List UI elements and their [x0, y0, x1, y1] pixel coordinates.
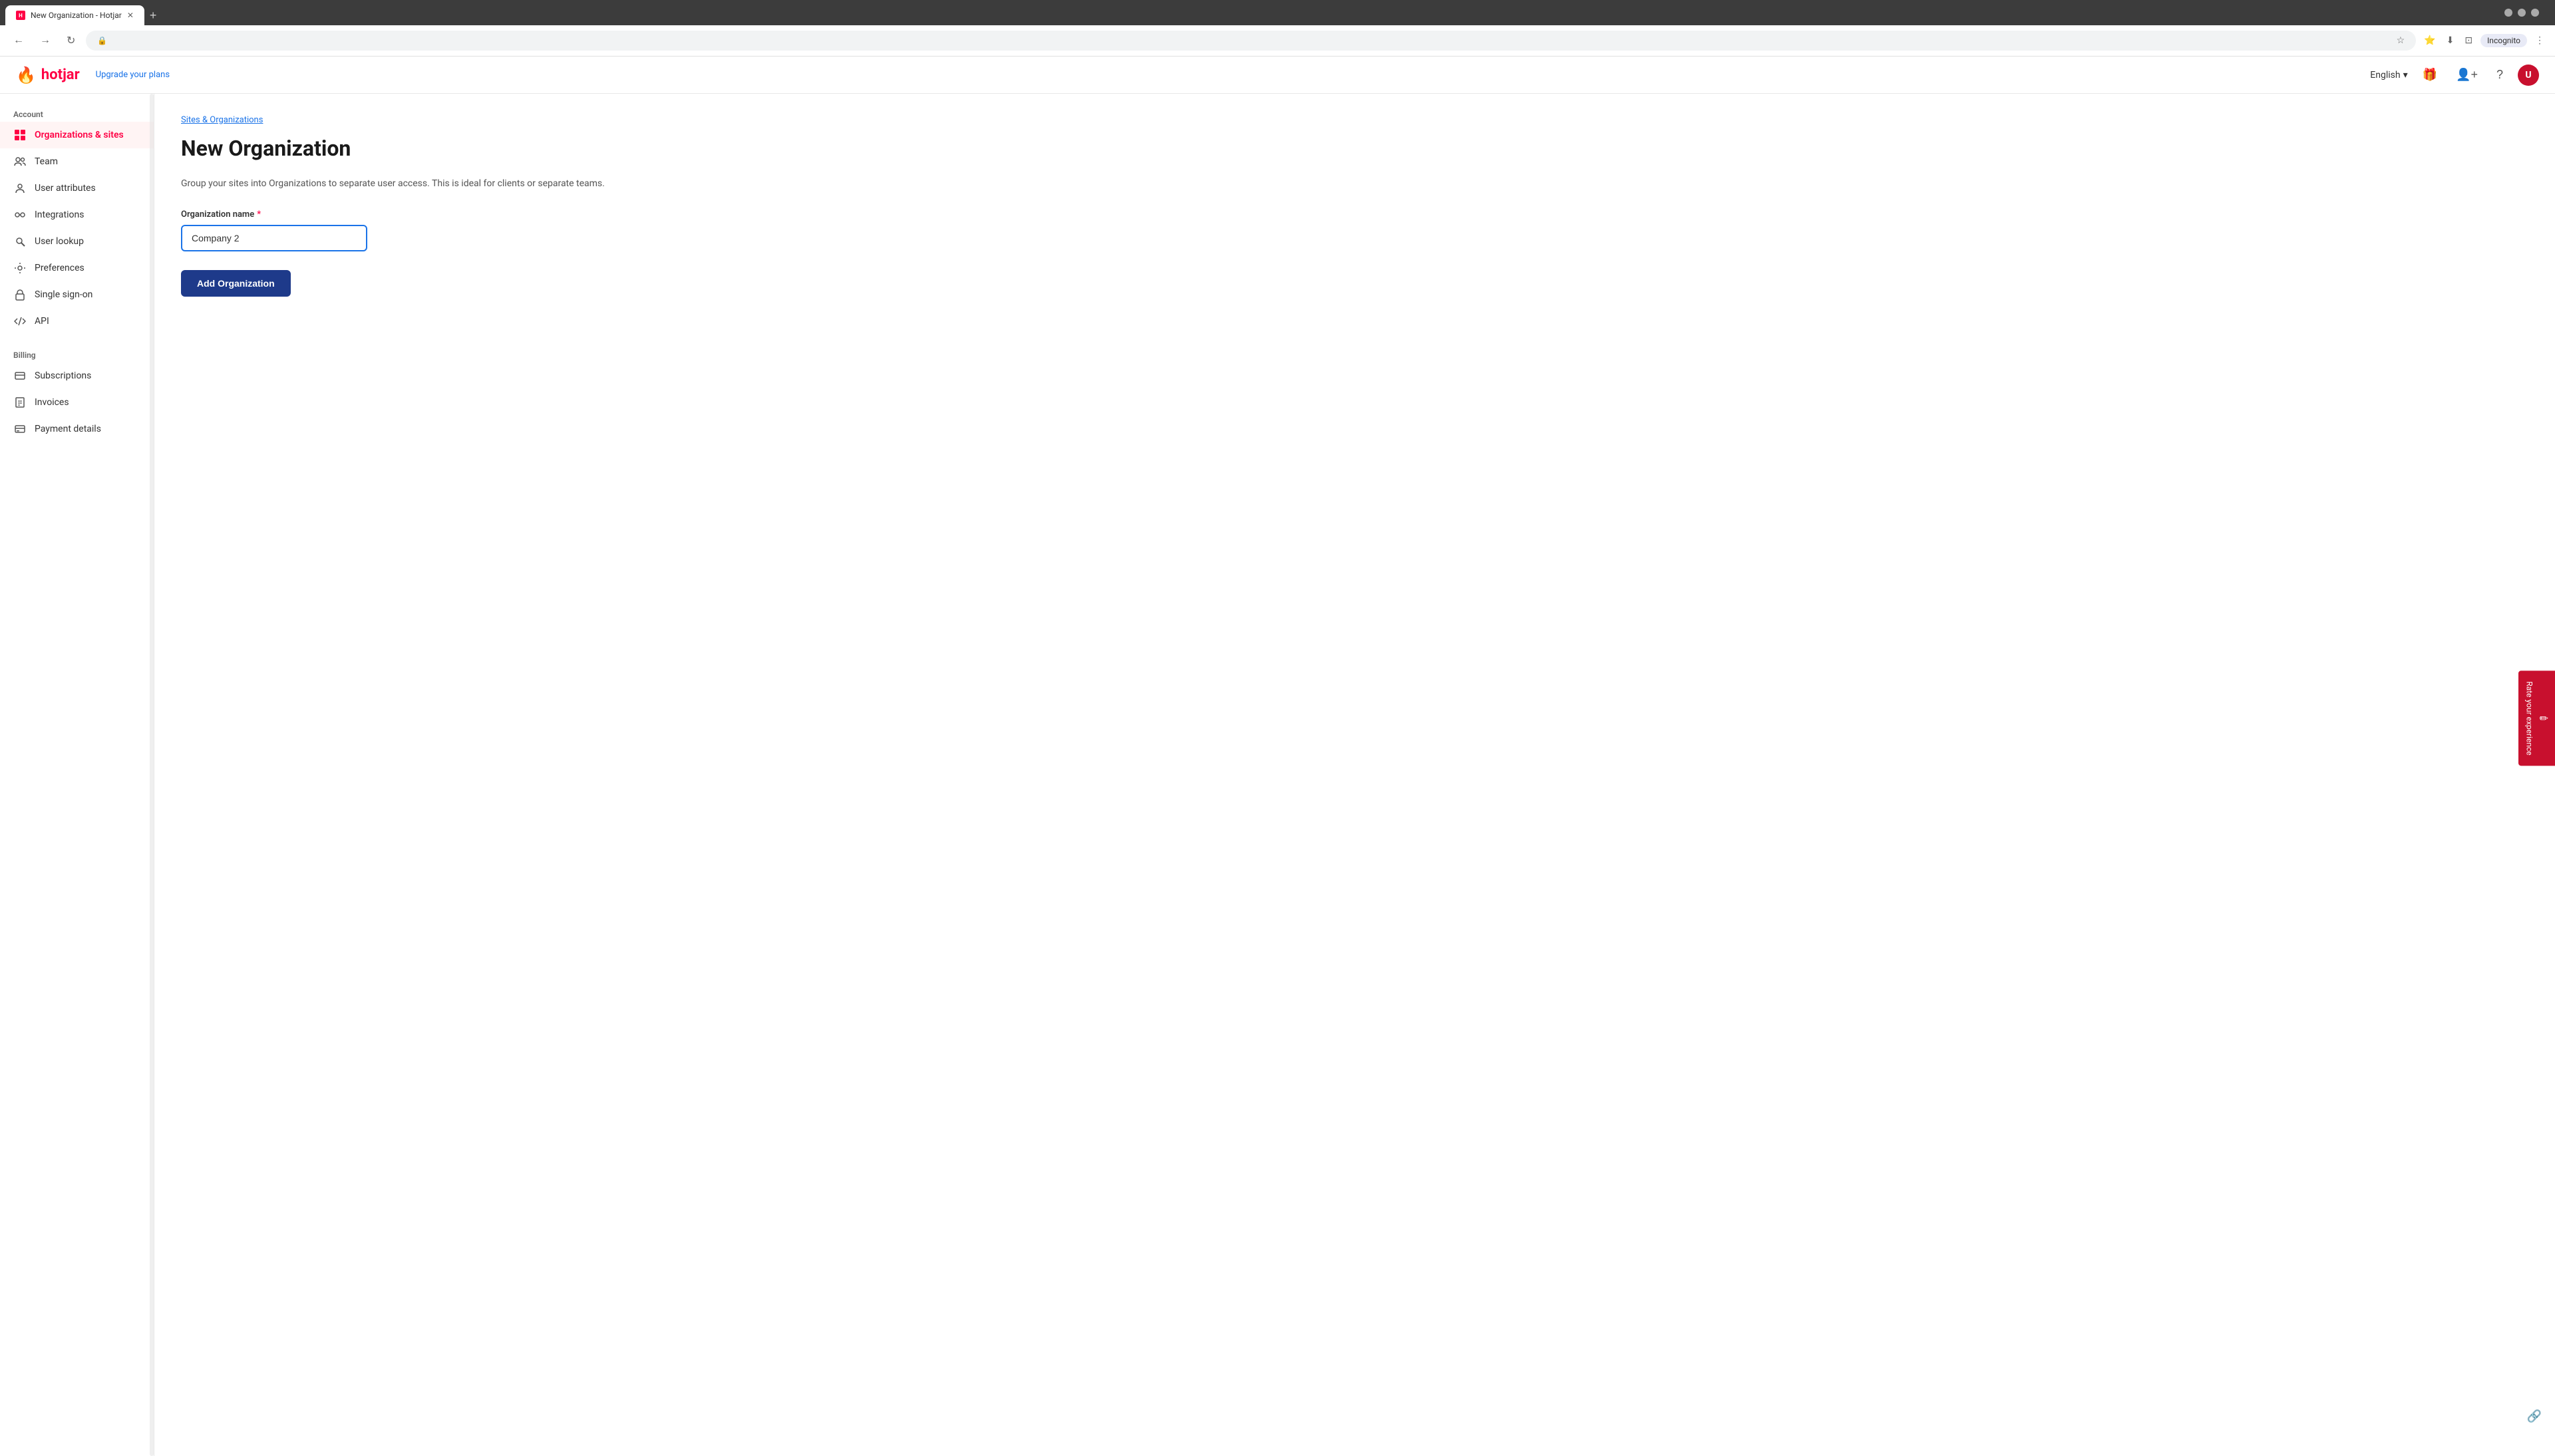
sidebar-item-user-attributes[interactable]: User attributes: [0, 175, 154, 202]
tab-close-button[interactable]: ✕: [127, 11, 134, 20]
invoices-icon: [13, 396, 27, 409]
new-tab-button[interactable]: +: [144, 6, 162, 25]
sidebar-item-api[interactable]: API: [0, 308, 154, 335]
team-icon: [13, 155, 27, 168]
profile-button[interactable]: Incognito: [2480, 34, 2527, 47]
api-icon: [13, 315, 27, 328]
sidebar-label-subscriptions: Subscriptions: [35, 370, 91, 381]
payment-icon: [13, 422, 27, 436]
rate-experience-panel[interactable]: ✏ Rate your experience: [2518, 670, 2555, 766]
sidebar-item-team[interactable]: Team: [0, 148, 154, 175]
breadcrumb[interactable]: Sites & Organizations: [181, 115, 2528, 125]
tab-search-icon[interactable]: ⊡: [2462, 33, 2475, 49]
rate-experience-label: Rate your experience: [2525, 681, 2534, 755]
org-name-label: Organization name *: [181, 210, 2528, 219]
required-indicator: *: [257, 210, 261, 219]
account-section-label: Account: [0, 104, 154, 122]
sidebar-item-organizations-sites[interactable]: Organizations & sites: [0, 122, 154, 148]
forward-button[interactable]: →: [35, 32, 56, 49]
subscriptions-icon: [13, 369, 27, 382]
sidebar-label-api: API: [35, 316, 49, 327]
sidebar-item-invoices[interactable]: Invoices: [0, 389, 154, 416]
bookmark-icon[interactable]: ⭐: [2421, 33, 2438, 49]
sidebar-label-organizations-sites: Organizations & sites: [35, 130, 124, 140]
organization-name-group: Organization name *: [181, 210, 2528, 251]
browser-tab-active[interactable]: H New Organization - Hotjar ✕: [5, 5, 144, 25]
sidebar-label-payment-details: Payment details: [35, 424, 101, 434]
sidebar-item-user-lookup[interactable]: User lookup: [0, 228, 154, 255]
back-button[interactable]: ←: [8, 32, 29, 49]
browser-chrome: H New Organization - Hotjar ✕ + ← → ↻ 🔒 …: [0, 0, 2555, 57]
language-selector[interactable]: English ▾: [2370, 70, 2407, 80]
user-lookup-icon: [13, 235, 27, 248]
main-content: Sites & Organizations New Organization G…: [154, 94, 2555, 1456]
app-header: 🔥 hotjar Upgrade your plans English ▾ 🎁 …: [0, 57, 2555, 94]
tab-favicon: H: [16, 11, 25, 20]
language-label: English: [2370, 70, 2400, 80]
tab-title: New Organization - Hotjar: [31, 11, 122, 20]
page-title: New Organization: [181, 136, 2528, 161]
sidebar-label-invoices: Invoices: [35, 397, 69, 408]
chevron-down-icon: ▾: [2403, 70, 2408, 80]
sidebar-label-single-sign-on: Single sign-on: [35, 289, 92, 300]
sidebar-item-subscriptions[interactable]: Subscriptions: [0, 363, 154, 389]
sidebar-item-integrations[interactable]: Integrations: [0, 202, 154, 228]
minimize-button[interactable]: [2504, 9, 2512, 17]
hotjar-logo[interactable]: 🔥 hotjar: [16, 66, 80, 84]
app-body: Account Organizations & sites: [0, 94, 2555, 1456]
logo-text: hotjar: [41, 67, 80, 83]
browser-toolbar: ← → ↻ 🔒 insights.hotjar.com/site/create-…: [0, 25, 2555, 57]
address-bar[interactable]: 🔒 insights.hotjar.com/site/create-organi…: [86, 31, 2416, 51]
preferences-icon: [13, 261, 27, 275]
sidebar-scrollbar: [150, 94, 154, 1456]
sidebar: Account Organizations & sites: [0, 94, 154, 1456]
add-organization-button[interactable]: Add Organization: [181, 270, 291, 297]
star-icon[interactable]: ☆: [2397, 35, 2405, 46]
grid-icon: [13, 128, 27, 142]
add-user-icon[interactable]: 👤+: [2452, 64, 2482, 86]
avatar[interactable]: U: [2518, 65, 2539, 86]
close-button[interactable]: [2531, 9, 2539, 17]
gift-icon[interactable]: 🎁: [2419, 64, 2441, 86]
page-description: Group your sites into Organizations to s…: [181, 177, 2528, 191]
sidebar-label-team: Team: [35, 156, 58, 167]
download-icon[interactable]: ⬇: [2444, 33, 2457, 49]
browser-action-buttons: ⭐ ⬇ ⊡ Incognito ⋮: [2421, 33, 2547, 49]
logo-icon: 🔥: [16, 66, 36, 84]
address-input[interactable]: insights.hotjar.com/site/create-organiza…: [112, 36, 2391, 46]
rate-experience-icon: ✏: [2540, 712, 2548, 724]
sidebar-label-user-attributes: User attributes: [35, 183, 96, 194]
org-name-input[interactable]: [181, 225, 367, 251]
menu-icon[interactable]: ⋮: [2532, 33, 2547, 49]
upgrade-link[interactable]: Upgrade your plans: [96, 70, 170, 80]
sidebar-label-integrations: Integrations: [35, 210, 84, 220]
reload-button[interactable]: ↻: [61, 31, 81, 50]
integrations-icon: [13, 208, 27, 221]
sidebar-item-preferences[interactable]: Preferences: [0, 255, 154, 281]
sidebar-item-payment-details[interactable]: Payment details: [0, 416, 154, 442]
sidebar-label-preferences: Preferences: [35, 263, 85, 273]
sidebar-item-single-sign-on[interactable]: Single sign-on: [0, 281, 154, 308]
header-actions: English ▾ 🎁 👤+ ? U: [2370, 64, 2539, 86]
sidebar-label-user-lookup: User lookup: [35, 236, 84, 247]
link-icon[interactable]: 🔗: [2527, 1409, 2542, 1423]
lock-icon: [13, 288, 27, 301]
user-attributes-icon: [13, 182, 27, 195]
maximize-button[interactable]: [2518, 9, 2526, 17]
lock-icon: 🔒: [97, 36, 107, 45]
help-icon[interactable]: ?: [2492, 64, 2507, 86]
billing-section-label: Billing: [0, 345, 154, 363]
